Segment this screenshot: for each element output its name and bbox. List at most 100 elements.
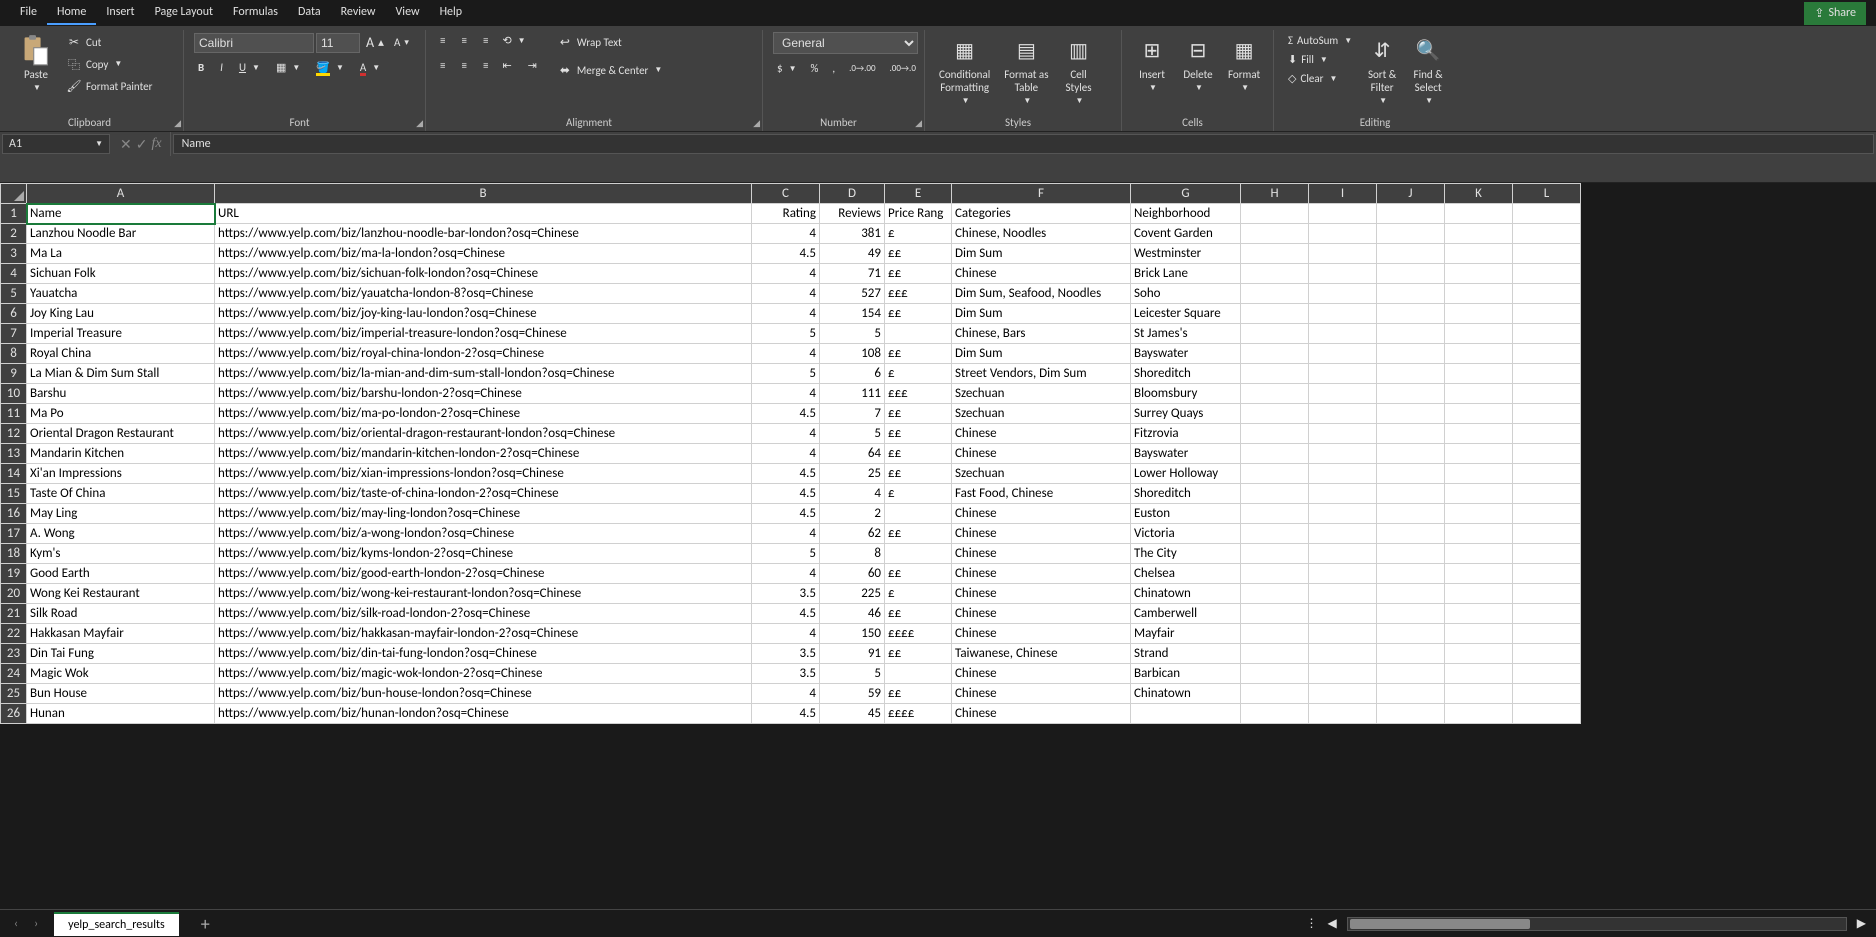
decrease-indent-button[interactable]: ⇤ (498, 57, 515, 74)
cell[interactable]: 71 (820, 264, 885, 284)
cell[interactable]: Din Tai Fung (27, 644, 215, 664)
cell[interactable]: https://www.yelp.com/biz/royal-china-lon… (215, 344, 752, 364)
cell[interactable] (1309, 284, 1377, 304)
align-bottom-button[interactable]: ≡ (479, 32, 492, 49)
cell[interactable] (1513, 604, 1581, 624)
cell[interactable]: Dim Sum (952, 304, 1131, 324)
cell[interactable] (1377, 344, 1445, 364)
cell[interactable] (1445, 644, 1513, 664)
cell[interactable]: Camberwell (1131, 604, 1241, 624)
cell[interactable] (1241, 364, 1309, 384)
cell[interactable] (1513, 204, 1581, 224)
cell[interactable] (1445, 324, 1513, 344)
cell[interactable]: https://www.yelp.com/biz/ma-la-london?os… (215, 244, 752, 264)
chevron-down-icon[interactable]: ▼ (95, 139, 103, 149)
cell[interactable] (1377, 364, 1445, 384)
cell[interactable] (1309, 384, 1377, 404)
cell[interactable]: 111 (820, 384, 885, 404)
cell[interactable]: 527 (820, 284, 885, 304)
cell[interactable]: Wong Kei Restaurant (27, 584, 215, 604)
cell[interactable]: https://www.yelp.com/biz/may-ling-london… (215, 504, 752, 524)
align-middle-button[interactable]: ≡ (457, 32, 470, 49)
cell[interactable]: Street Vendors, Dim Sum (952, 364, 1131, 384)
cell[interactable] (1513, 444, 1581, 464)
cell[interactable] (1513, 384, 1581, 404)
cell[interactable]: 4 (752, 564, 820, 584)
cell[interactable]: Bayswater (1131, 344, 1241, 364)
row-header[interactable]: 17 (1, 524, 27, 544)
cell[interactable]: https://www.yelp.com/biz/kyms-london-2?o… (215, 544, 752, 564)
cell[interactable] (1445, 524, 1513, 544)
cell[interactable] (885, 324, 952, 344)
cell[interactable]: 4 (752, 264, 820, 284)
cell[interactable]: The City (1131, 544, 1241, 564)
cell[interactable] (1309, 424, 1377, 444)
cell[interactable] (1445, 484, 1513, 504)
cell[interactable]: Chinese, Bars (952, 324, 1131, 344)
cell[interactable] (1513, 684, 1581, 704)
cell[interactable] (885, 664, 952, 684)
cell[interactable] (1377, 504, 1445, 524)
cell[interactable] (1309, 704, 1377, 724)
row-header[interactable]: 12 (1, 424, 27, 444)
cell[interactable] (1241, 664, 1309, 684)
font-size-combo[interactable] (316, 33, 360, 53)
menu-help[interactable]: Help (430, 1, 473, 25)
cell[interactable]: Chinese (952, 544, 1131, 564)
cell[interactable] (1241, 444, 1309, 464)
cell[interactable]: 4 (752, 284, 820, 304)
cell[interactable] (1377, 244, 1445, 264)
increase-indent-button[interactable]: ⇥ (524, 57, 541, 74)
cell[interactable] (1513, 584, 1581, 604)
row-header[interactable]: 13 (1, 444, 27, 464)
cell[interactable]: Price Rang (885, 204, 952, 224)
cell[interactable]: £ (885, 484, 952, 504)
cell[interactable] (1377, 624, 1445, 644)
scrollbar-thumb[interactable] (1350, 919, 1530, 929)
cell[interactable] (1241, 604, 1309, 624)
cell[interactable] (1309, 584, 1377, 604)
menu-file[interactable]: File (10, 1, 47, 25)
row-header[interactable]: 22 (1, 624, 27, 644)
cell[interactable]: ££ (885, 444, 952, 464)
cell[interactable]: 4.5 (752, 484, 820, 504)
cell[interactable]: Reviews (820, 204, 885, 224)
cell[interactable]: URL (215, 204, 752, 224)
copy-button[interactable]: ⿻Copy▼ (62, 54, 156, 74)
cell[interactable]: Chinese (952, 264, 1131, 284)
cell[interactable] (1513, 624, 1581, 644)
cell[interactable] (1445, 304, 1513, 324)
cell[interactable]: Hakkasan Mayfair (27, 624, 215, 644)
cell[interactable] (1377, 404, 1445, 424)
cell[interactable]: Ma Po (27, 404, 215, 424)
row-header[interactable]: 1 (1, 204, 27, 224)
cell[interactable]: A. Wong (27, 524, 215, 544)
cell[interactable]: 4 (752, 624, 820, 644)
cell[interactable] (1377, 584, 1445, 604)
cell[interactable]: https://www.yelp.com/biz/a-wong-london?o… (215, 524, 752, 544)
cell[interactable] (1445, 344, 1513, 364)
cell[interactable] (1309, 624, 1377, 644)
cell[interactable]: 5 (752, 324, 820, 344)
cell[interactable] (1513, 244, 1581, 264)
cell[interactable]: Westminster (1131, 244, 1241, 264)
cell[interactable] (1445, 624, 1513, 644)
cell[interactable]: Chinese (952, 584, 1131, 604)
cell[interactable]: 4 (752, 684, 820, 704)
cell[interactable] (1377, 704, 1445, 724)
row-header[interactable]: 21 (1, 604, 27, 624)
cell[interactable]: ££££ (885, 624, 952, 644)
cell[interactable]: Szechuan (952, 404, 1131, 424)
cell[interactable]: Strand (1131, 644, 1241, 664)
menu-view[interactable]: View (386, 1, 430, 25)
cell[interactable] (1513, 644, 1581, 664)
cell[interactable]: https://www.yelp.com/biz/ma-po-london-2?… (215, 404, 752, 424)
cell[interactable] (1445, 364, 1513, 384)
cell[interactable]: 6 (820, 364, 885, 384)
column-header[interactable]: L (1513, 184, 1581, 204)
cell[interactable] (1309, 364, 1377, 384)
row-header[interactable]: 10 (1, 384, 27, 404)
dialog-launcher-icon[interactable]: ◢ (174, 118, 181, 129)
cell[interactable]: Szechuan (952, 464, 1131, 484)
cell[interactable]: ££ (885, 304, 952, 324)
